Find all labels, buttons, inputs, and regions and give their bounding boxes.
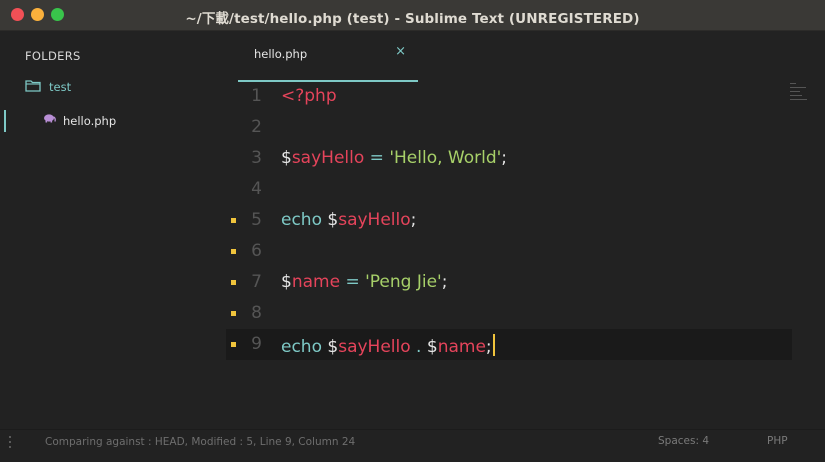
code-line[interactable]: 5 echo $sayHello;	[226, 205, 792, 236]
code-line[interactable]: 3 $sayHello = 'Hello, World';	[226, 143, 792, 174]
code-token: sayHello	[338, 210, 411, 230]
line-number: 9	[251, 334, 262, 354]
line-number: 3	[251, 148, 262, 168]
php-elephant-icon	[44, 114, 56, 123]
line-number: 6	[251, 241, 262, 261]
code-token: sayHello	[338, 337, 411, 357]
sidebar: FOLDERS test hello.php	[0, 31, 226, 429]
modified-line-marker	[231, 218, 236, 223]
code-line[interactable]: 9 echo $sayHello . $name;	[226, 329, 792, 360]
code-text: <?php	[281, 86, 337, 106]
panel-toggle-grip-icon[interactable]	[9, 436, 12, 450]
code-line[interactable]: 2	[226, 112, 792, 143]
code-token: $	[281, 148, 292, 168]
code-editor[interactable]: 1 <?php 2 3 $sayHello = 'Hello, World'; 4 5 ech…	[226, 81, 792, 429]
code-token: ;	[501, 148, 508, 168]
line-number: 4	[251, 179, 262, 199]
code-token: 'Peng Jie'	[365, 272, 442, 292]
code-token: ;	[410, 210, 417, 230]
code-line[interactable]: 4	[226, 174, 792, 205]
status-bar: Comparing against : HEAD, Modified : 5, …	[0, 429, 825, 462]
code-token: sayHello	[291, 148, 365, 168]
tab-hello-php[interactable]: hello.php ×	[238, 31, 418, 82]
syntax-selector[interactable]: PHP	[767, 435, 788, 447]
modified-line-marker	[231, 342, 236, 347]
code-token: $	[426, 337, 438, 357]
code-token: $	[327, 337, 339, 357]
code-text: $sayHello = 'Hello, World';	[281, 148, 507, 168]
code-token: =	[364, 148, 390, 168]
code-text: echo $sayHello;	[281, 210, 416, 230]
code-text: $name = 'Peng Jie';	[281, 272, 447, 292]
code-token: name	[291, 272, 341, 292]
text-cursor	[492, 334, 495, 356]
active-file-indicator	[4, 110, 6, 132]
line-number: 2	[251, 117, 262, 137]
code-token: echo	[281, 337, 328, 357]
code-line[interactable]: 6	[226, 236, 792, 267]
tab-bar: hello.php ×	[226, 31, 825, 82]
close-tab-icon[interactable]: ×	[395, 44, 406, 59]
code-text: echo $sayHello . $name;	[281, 334, 495, 357]
code-line[interactable]: 8	[226, 298, 792, 329]
line-number: 7	[251, 272, 262, 292]
indentation-setting[interactable]: Spaces: 4	[658, 435, 709, 447]
code-token: name	[437, 337, 486, 357]
code-token: ;	[441, 272, 448, 292]
code-token: <?php	[281, 86, 337, 106]
minimap[interactable]	[788, 80, 810, 102]
code-token: 'Hello, World'	[389, 148, 502, 168]
line-number: 1	[251, 86, 262, 106]
line-number: 5	[251, 210, 262, 230]
code-line[interactable]: 7 $name = 'Peng Jie';	[226, 267, 792, 298]
tab-label: hello.php	[254, 47, 308, 61]
status-info: Comparing against : HEAD, Modified : 5, …	[45, 436, 356, 448]
code-token: echo	[281, 210, 328, 230]
folder-icon	[25, 80, 41, 92]
code-token: ;	[485, 337, 492, 357]
folders-header: FOLDERS	[25, 49, 81, 63]
code-token: $	[327, 210, 339, 230]
sidebar-file-hello-php[interactable]: hello.php	[0, 110, 226, 132]
code-token: .	[410, 337, 427, 357]
modified-line-marker	[231, 311, 236, 316]
code-token: $	[281, 272, 292, 292]
file-label: hello.php	[63, 114, 117, 128]
modified-line-marker	[231, 249, 236, 254]
window-title: ~/下載/test/hello.php (test) - Sublime Tex…	[185, 11, 640, 27]
code-token: =	[340, 272, 366, 292]
title-bar: ~/下載/test/hello.php (test) - Sublime Tex…	[0, 0, 825, 31]
modified-line-marker	[231, 280, 236, 285]
code-line[interactable]: 1 <?php	[226, 81, 792, 112]
folder-label: test	[49, 80, 72, 94]
line-number: 8	[251, 303, 262, 323]
